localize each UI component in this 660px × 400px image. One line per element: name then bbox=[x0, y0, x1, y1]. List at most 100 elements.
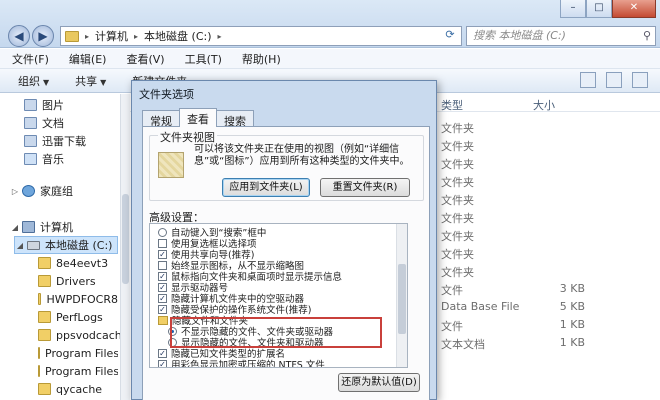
row-type: 文件夹 bbox=[441, 266, 474, 279]
folder-views-description: 可以将该文件夹正在使用的视图（例如“详细信息”或“图标”）应用到所有这种类型的文… bbox=[194, 144, 410, 167]
checkbox-checked[interactable]: ✓ bbox=[158, 304, 167, 314]
row-type: 文件夹 bbox=[441, 230, 474, 243]
menu-help[interactable]: 帮助(H) bbox=[242, 51, 281, 67]
view-controls bbox=[580, 72, 648, 88]
sidebar-scrollbar[interactable] bbox=[120, 94, 130, 400]
help-icon[interactable] bbox=[632, 72, 648, 88]
checkbox-checked[interactable]: ✓ bbox=[158, 249, 167, 259]
address-bar[interactable]: ▸ 计算机 ▸ 本地磁盘 (C:) ▸ ⟳ bbox=[60, 26, 462, 46]
tab-view[interactable]: 查看 bbox=[179, 108, 217, 127]
folder-views-group: 文件夹视图 可以将该文件夹正在使用的视图（例如“详细信息”或“图标”）应用到所有… bbox=[149, 129, 424, 201]
sidebar-folder[interactable]: PerfLogs bbox=[38, 308, 103, 326]
folder-views-title: 文件夹视图 bbox=[158, 129, 217, 145]
collapse-arrow-icon[interactable]: ◢ bbox=[10, 223, 20, 232]
computer-icon bbox=[22, 221, 35, 233]
sidebar-item-label: HWPDFOCR8 bbox=[46, 292, 118, 306]
preview-pane-icon[interactable] bbox=[606, 72, 622, 88]
scrollbar-thumb[interactable] bbox=[398, 264, 406, 334]
sidebar-item-homegroup[interactable]: ▷ 家庭组 bbox=[10, 182, 73, 200]
sidebar-folder[interactable]: Program Files bbox=[38, 362, 118, 380]
forward-button[interactable]: ▶ bbox=[32, 25, 54, 47]
sidebar-item-local-disk-c[interactable]: ◢ 本地磁盘 (C:) bbox=[14, 236, 118, 254]
scrollbar-thumb[interactable] bbox=[122, 194, 129, 284]
menu-edit[interactable]: 编辑(E) bbox=[69, 51, 107, 67]
radio[interactable] bbox=[158, 227, 167, 237]
tab-general[interactable]: 常规 bbox=[142, 110, 180, 128]
breadcrumb-drive[interactable]: 本地磁盘 (C:) bbox=[144, 28, 211, 44]
row-type: Data Base File bbox=[441, 300, 520, 313]
checkbox-checked[interactable]: ✓ bbox=[158, 359, 167, 367]
folder-icon bbox=[38, 365, 40, 377]
search-input[interactable]: 搜索 本地磁盘 (C:) ⚲ bbox=[466, 26, 656, 46]
restore-defaults-button[interactable]: 还原为默认值(D) bbox=[338, 373, 420, 392]
homegroup-icon bbox=[22, 185, 35, 197]
column-type[interactable]: 类型 bbox=[441, 97, 463, 113]
sidebar-item-label: ppsvodcache bbox=[56, 328, 129, 342]
maximize-button[interactable]: □ bbox=[586, 0, 612, 18]
row-size: 5 KB bbox=[559, 300, 585, 313]
sidebar-item-label: 本地磁盘 (C:) bbox=[45, 239, 113, 252]
menu-file[interactable]: 文件(F) bbox=[12, 51, 49, 67]
folder-icon bbox=[158, 315, 168, 325]
chevron-right-icon: ▸ bbox=[85, 31, 90, 41]
sidebar-item-label: Program Files bbox=[45, 346, 118, 360]
sidebar-folder[interactable]: HWPDFOCR8 bbox=[38, 290, 118, 308]
folder-icon bbox=[65, 30, 79, 42]
organize-button[interactable]: 组织 ▼ bbox=[18, 73, 49, 89]
minimize-button[interactable]: – bbox=[560, 0, 586, 18]
checkbox[interactable] bbox=[158, 260, 167, 270]
documents-icon bbox=[24, 117, 37, 129]
row-type: 文件夹 bbox=[441, 140, 474, 153]
collapse-arrow-icon[interactable]: ◢ bbox=[15, 241, 25, 250]
menu-tools[interactable]: 工具(T) bbox=[185, 51, 222, 67]
share-button[interactable]: 共享 ▼ bbox=[75, 73, 106, 89]
view-tab-panel: 文件夹视图 可以将该文件夹正在使用的视图（例如“详细信息”或“图标”）应用到所有… bbox=[142, 126, 430, 400]
apply-to-folders-button[interactable]: 应用到文件夹(L) bbox=[222, 178, 310, 197]
close-button[interactable]: ✕ bbox=[612, 0, 656, 18]
share-label: 共享 bbox=[75, 74, 98, 88]
column-size[interactable]: 大小 bbox=[533, 97, 555, 113]
organize-label: 组织 bbox=[18, 74, 40, 88]
view-options-icon[interactable] bbox=[580, 72, 596, 88]
sidebar-folder[interactable]: ppsvodcache bbox=[38, 326, 129, 344]
sidebar-folder[interactable]: Program Files bbox=[38, 344, 118, 362]
menu-view[interactable]: 查看(V) bbox=[126, 51, 164, 67]
expand-arrow-icon[interactable]: ▷ bbox=[10, 187, 20, 196]
folder-icon bbox=[38, 293, 42, 305]
folder-icon bbox=[38, 257, 51, 269]
row-type: 文件夹 bbox=[441, 194, 474, 207]
sidebar-folder[interactable]: Drivers bbox=[38, 272, 96, 290]
sidebar-item-label: 文档 bbox=[42, 117, 64, 130]
sidebar-item-label: 计算机 bbox=[40, 221, 73, 234]
sidebar-item-thunder-download[interactable]: 迅雷下载 bbox=[24, 132, 86, 150]
refresh-icon[interactable]: ⟳ bbox=[441, 28, 459, 44]
sidebar-item-documents[interactable]: 文档 bbox=[24, 114, 64, 132]
row-type: 文本文档 bbox=[441, 338, 485, 351]
row-size: 1 KB bbox=[559, 318, 585, 331]
checkbox-checked[interactable]: ✓ bbox=[158, 282, 167, 292]
checkbox-checked[interactable]: ✓ bbox=[158, 271, 167, 281]
row-type: 文件 bbox=[441, 320, 463, 333]
sidebar-folder[interactable]: 8e4eevt3 bbox=[38, 254, 108, 272]
sidebar-item-music[interactable]: 音乐 bbox=[24, 150, 64, 168]
pictures-icon bbox=[24, 99, 37, 111]
sidebar-item-pictures[interactable]: 图片 bbox=[24, 96, 64, 114]
chevron-down-icon: ▼ bbox=[43, 77, 50, 87]
reset-folders-button[interactable]: 重置文件夹(R) bbox=[320, 178, 410, 197]
breadcrumb-computer[interactable]: 计算机 bbox=[95, 28, 128, 44]
checkbox[interactable] bbox=[158, 238, 167, 248]
checkbox-checked[interactable]: ✓ bbox=[158, 293, 167, 303]
settings-scrollbar[interactable] bbox=[396, 224, 407, 367]
search-icon[interactable]: ⚲ bbox=[643, 27, 651, 45]
setting-item[interactable]: ✓ 用彩色显示加密或压缩的 NTFS 文件 bbox=[158, 358, 325, 367]
sidebar-item-computer[interactable]: ◢ 计算机 bbox=[10, 218, 73, 236]
drive-icon bbox=[27, 240, 40, 250]
sidebar-item-label: 迅雷下载 bbox=[42, 135, 86, 148]
highlight-box bbox=[170, 317, 382, 348]
tab-search[interactable]: 搜索 bbox=[216, 110, 254, 128]
checkbox-checked[interactable]: ✓ bbox=[158, 348, 167, 358]
row-type: 文件夹 bbox=[441, 176, 474, 189]
sidebar-folder[interactable]: qycache bbox=[38, 380, 102, 398]
back-button[interactable]: ◀ bbox=[8, 25, 30, 47]
folder-view-icon bbox=[158, 152, 184, 178]
